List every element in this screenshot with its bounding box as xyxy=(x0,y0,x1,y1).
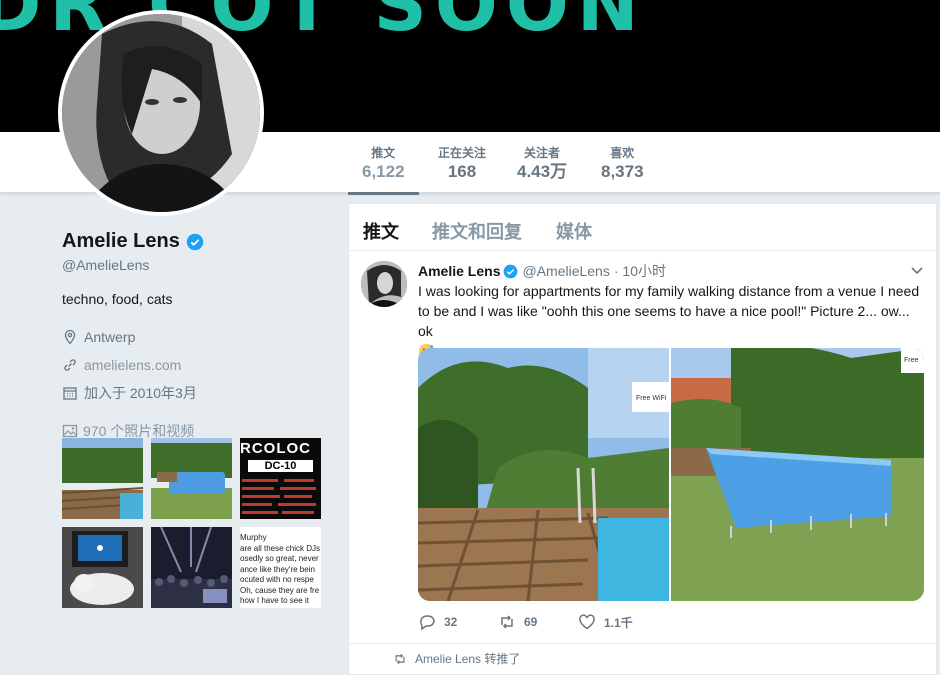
profile-website[interactable]: amelielens.com xyxy=(62,351,332,379)
media-photo-deck[interactable]: Free WiFi xyxy=(418,348,669,601)
heart-icon xyxy=(579,614,595,630)
screenshot-line: Oh, cause they are fre xyxy=(240,585,320,595)
tweet-header: Amelie Lens @AmelieLens · 10小时 xyxy=(418,261,666,281)
verified-badge-icon xyxy=(186,233,204,250)
reply-icon xyxy=(420,615,435,631)
tweet-author-handle[interactable]: @AmelieLens xyxy=(522,263,609,279)
poster-title: RCOLOC xyxy=(240,440,311,457)
photo-thumb-poster[interactable]: RCOLOC DC-10 xyxy=(240,438,321,519)
stat-following-value: 168 xyxy=(447,162,477,181)
location-pin-icon xyxy=(64,329,76,345)
photo-icon xyxy=(62,424,78,438)
reply-button[interactable]: 32 xyxy=(418,613,498,631)
retweet-button[interactable]: 69 xyxy=(498,613,578,631)
like-count: 1.1千 xyxy=(604,615,633,630)
timeline: 推文 推文和回复 媒体 Amelie Lens @AmelieLens · 10… xyxy=(348,203,937,675)
location-text: Antwerp xyxy=(84,329,136,345)
retweet-icon xyxy=(501,615,513,629)
profile-avatar[interactable] xyxy=(58,10,264,216)
stat-following-label: 正在关注 xyxy=(438,146,487,160)
timeline-tabs: 推文 推文和回复 媒体 xyxy=(349,204,936,251)
screenshot-line: are all these chick DJs xyxy=(240,543,321,553)
profile-location: Antwerp xyxy=(62,323,332,351)
stat-followers[interactable]: 关注者 4.43万 xyxy=(517,146,567,182)
stat-followers-label: 关注者 xyxy=(524,146,561,160)
profile-handle[interactable]: @AmelieLens xyxy=(62,257,332,273)
tweet-actions: 32 69 1.1千 xyxy=(418,613,658,631)
verified-badge-icon xyxy=(504,264,518,278)
calendar-icon xyxy=(63,387,77,400)
tweet-author-name[interactable]: Amelie Lens xyxy=(418,263,500,279)
screenshot-line: osedly so great, never xyxy=(240,554,319,563)
tweet-body: I was looking for appartments for my fam… xyxy=(418,283,920,339)
tweet[interactable]: Amelie Lens @AmelieLens · 10小时 I was loo… xyxy=(349,251,936,644)
photo-thumb-crowd[interactable] xyxy=(151,527,232,608)
poster-sub: DC-10 xyxy=(248,460,313,472)
stat-likes-label: 喜欢 xyxy=(610,146,635,160)
stat-tweets-value: 6,122 xyxy=(362,162,405,181)
profile-name[interactable]: Amelie Lens xyxy=(62,230,180,253)
tweet-media: Free WiFi Free xyxy=(418,348,924,601)
tab-tweets-replies[interactable]: 推文和回复 xyxy=(432,218,522,244)
tab-media[interactable]: 媒体 xyxy=(556,218,592,244)
stat-following[interactable]: 正在关注 168 xyxy=(438,146,486,182)
screenshot-line: ance like they're bein xyxy=(240,564,315,574)
website-link[interactable]: amelielens.com xyxy=(84,357,181,373)
reply-count: 32 xyxy=(444,615,458,629)
tweet-avatar[interactable] xyxy=(361,261,407,307)
profile-joined: 加入于 2010年3月 xyxy=(62,379,332,407)
joined-text: 加入于 2010年3月 xyxy=(84,385,197,401)
photo-thumb-text-screenshot[interactable]: Murphy are all these chick DJs osedly so… xyxy=(240,527,321,608)
profile-bio: techno, food, cats xyxy=(62,291,173,307)
media-label: Free WiFi xyxy=(636,395,667,402)
tab-tweets[interactable]: 推文 xyxy=(363,218,399,244)
photo-thumb-deck[interactable] xyxy=(62,438,143,519)
retweet-count: 69 xyxy=(524,615,538,629)
screenshot-line: how I have to see it xyxy=(240,596,309,605)
media-photo-pool[interactable]: Free xyxy=(671,348,924,601)
stat-followers-value: 4.43万 xyxy=(517,162,568,181)
chevron-down-icon[interactable] xyxy=(910,263,924,277)
profile-info: Amelie Lens @AmelieLens techno, food, ca… xyxy=(62,230,332,441)
stat-likes-value: 8,373 xyxy=(601,162,644,181)
photo-thumb-cat[interactable] xyxy=(62,527,143,608)
stat-likes[interactable]: 喜欢 8,373 xyxy=(601,146,644,182)
media-label: Free xyxy=(904,357,919,364)
tweet-timestamp[interactable]: · 10小时 xyxy=(614,261,666,281)
link-icon xyxy=(64,359,76,371)
like-button[interactable]: 1.1千 xyxy=(578,613,658,631)
stat-tweets[interactable]: 推文 6,122 xyxy=(348,146,418,195)
screenshot-line: Murphy xyxy=(240,533,267,542)
photo-thumb-pool[interactable] xyxy=(151,438,232,519)
stat-tweets-label: 推文 xyxy=(371,146,396,160)
screenshot-line: ocuted with no respe xyxy=(240,575,314,584)
